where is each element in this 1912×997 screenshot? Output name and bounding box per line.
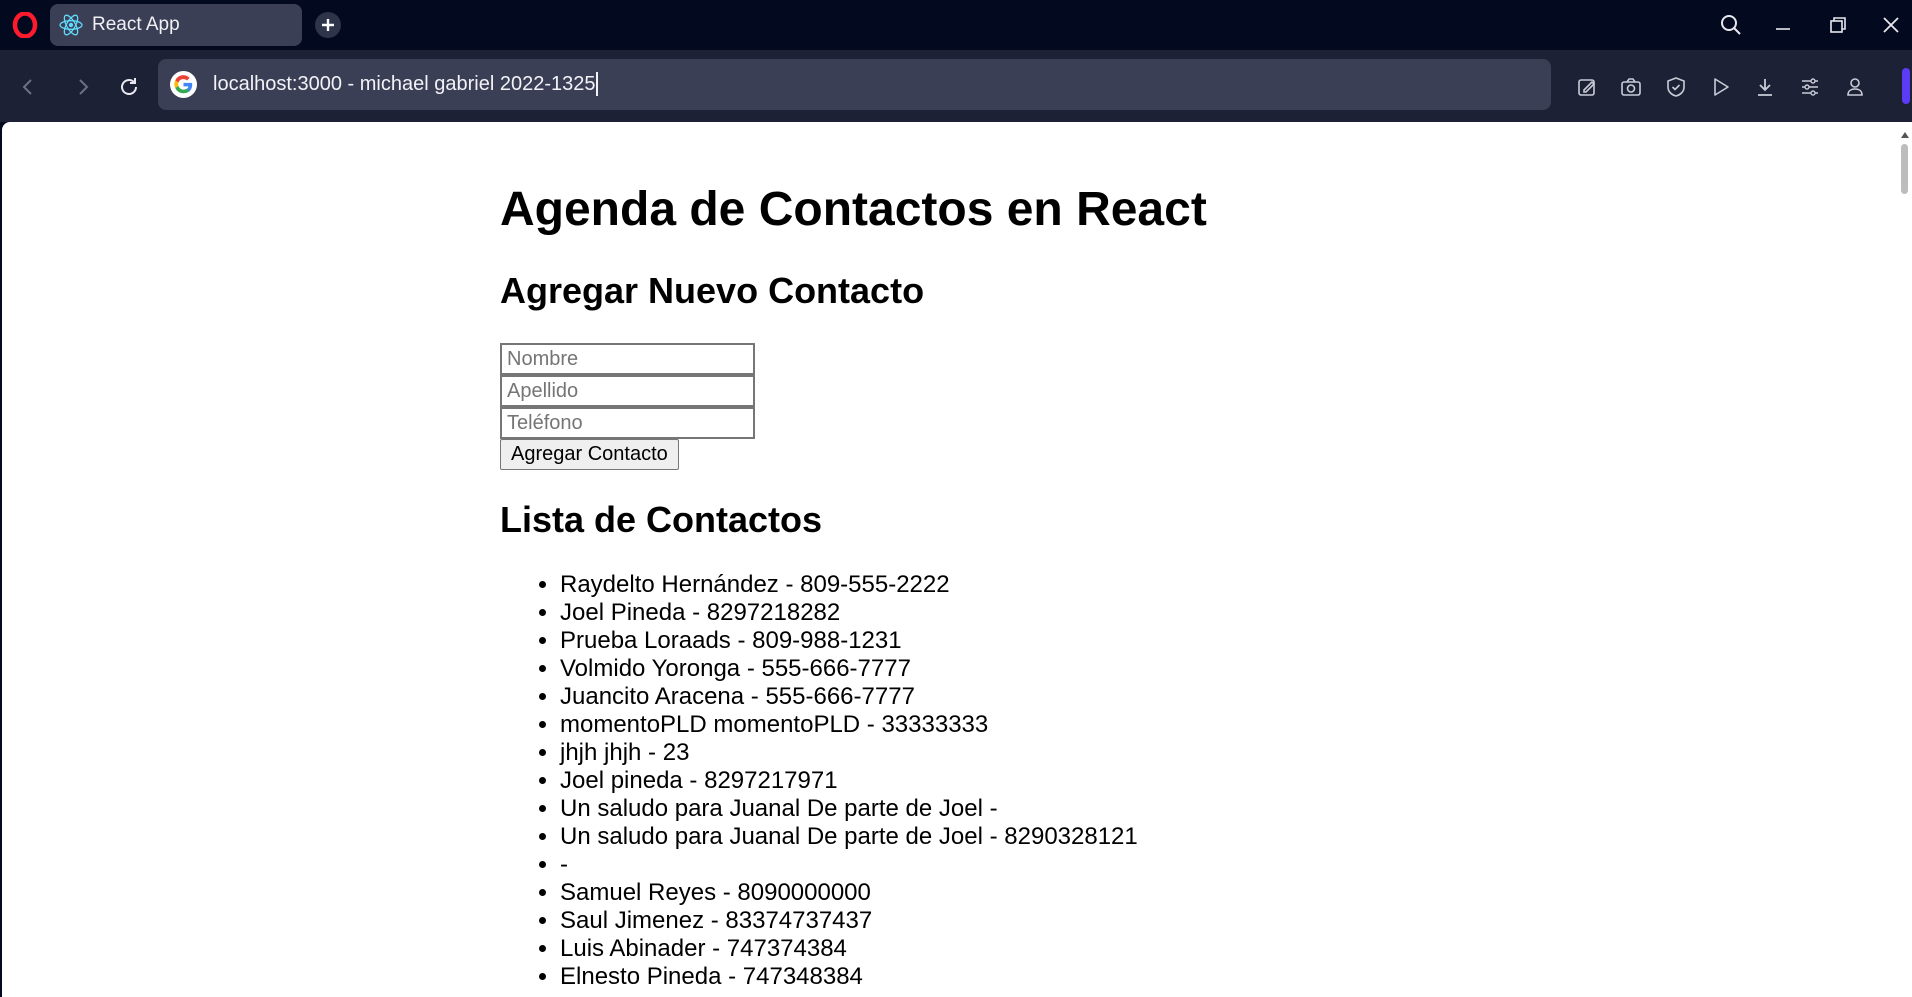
contact-item: Joel pineda - 8297217971: [560, 767, 1138, 795]
opera-logo-icon[interactable]: [12, 11, 38, 39]
shield-icon[interactable]: [1661, 72, 1691, 102]
reload-icon[interactable]: [114, 72, 144, 102]
add-contact-form: Agregar Contacto: [500, 343, 755, 470]
contact-item: Elnesto Pineda - 747348384: [560, 963, 1138, 991]
contact-item: Prueba Loraads - 809-988-1231: [560, 627, 1138, 655]
profile-icon[interactable]: [1840, 72, 1870, 102]
contact-item: Luis Abinader - 747374384: [560, 935, 1138, 963]
page-scrollbar[interactable]: [1898, 122, 1912, 997]
minimize-icon[interactable]: [1768, 10, 1798, 40]
new-tab-plus-icon[interactable]: [315, 12, 341, 38]
add-contact-heading: Agregar Nuevo Contacto: [500, 270, 925, 311]
url-text[interactable]: localhost:3000 - michael gabriel 2022-13…: [213, 72, 599, 96]
scroll-up-arrow-icon[interactable]: [1901, 132, 1909, 138]
add-contact-button[interactable]: Agregar Contacto: [500, 439, 679, 470]
contact-item: Un saludo para Juanal De parte de Joel -…: [560, 823, 1138, 851]
contact-item: Saul Jimenez - 83374737437: [560, 907, 1138, 935]
telefono-input[interactable]: [500, 407, 755, 439]
contact-item: Samuel Reyes - 8090000000: [560, 879, 1138, 907]
camera-icon[interactable]: [1616, 72, 1646, 102]
contact-item: jhjh jhjh - 23: [560, 739, 1138, 767]
snapshot-edit-icon[interactable]: [1572, 72, 1602, 102]
nombre-input[interactable]: [500, 343, 755, 375]
tab-react-app[interactable]: React App: [50, 4, 302, 46]
page-title: Agenda de Contactos en React: [500, 183, 1207, 236]
back-icon[interactable]: [13, 72, 43, 102]
easy-setup-icon[interactable]: [1795, 72, 1825, 102]
contact-item: Un saludo para Juanal De parte de Joel -: [560, 795, 1138, 823]
contact-list: Raydelto Hernández - 809-555-2222 Joel P…: [500, 571, 1138, 991]
restore-icon[interactable]: [1823, 10, 1853, 40]
page-viewport: Agenda de Contactos en React Agregar Nue…: [2, 122, 1898, 997]
address-bar[interactable]: localhost:3000 - michael gabriel 2022-13…: [158, 59, 1551, 110]
scrollbar-thumb[interactable]: [1901, 144, 1908, 194]
search-icon[interactable]: [1716, 10, 1746, 40]
download-icon[interactable]: [1750, 72, 1780, 102]
contact-item: Volmido Yoronga - 555-666-7777: [560, 655, 1138, 683]
contact-list-heading: Lista de Contactos: [500, 499, 823, 540]
contact-item: momentoPLD momentoPLD - 33333333: [560, 711, 1138, 739]
react-icon: [58, 12, 84, 38]
tab-title: React App: [92, 14, 180, 35]
apellido-input[interactable]: [500, 375, 755, 407]
forward-icon[interactable]: [68, 72, 98, 102]
contact-item: Joel Pineda - 8297218282: [560, 599, 1138, 627]
tab-bar: React App: [0, 0, 1912, 50]
sidebar-accent: [1902, 68, 1910, 104]
play-icon[interactable]: [1706, 72, 1736, 102]
google-icon: [170, 71, 197, 98]
contact-item: Raydelto Hernández - 809-555-2222: [560, 571, 1138, 599]
contact-item: -: [560, 851, 1138, 879]
contact-item: Juancito Aracena - 555-666-7777: [560, 683, 1138, 711]
close-icon[interactable]: [1876, 10, 1906, 40]
